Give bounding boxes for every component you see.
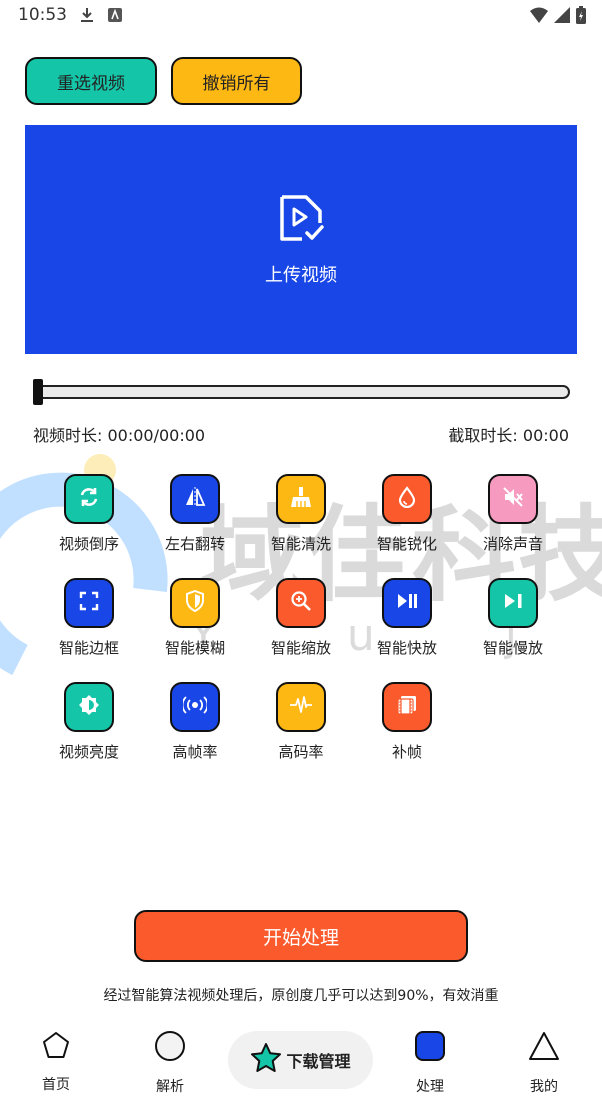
tool-video-reverse[interactable]: 视频倒序 xyxy=(39,474,139,574)
nav-process[interactable]: 处理 xyxy=(390,1030,470,1096)
tool-label: 补帧 xyxy=(391,743,422,761)
tool-video-brightness[interactable]: 视频亮度 xyxy=(39,682,139,782)
tool-label: 高码率 xyxy=(278,743,324,761)
tool-label: 智能锐化 xyxy=(376,535,437,553)
tool-icon-box xyxy=(382,682,432,732)
tool-label: 智能模糊 xyxy=(164,639,225,657)
timeline-slider[interactable] xyxy=(33,385,570,399)
tool-smart-zoom[interactable]: 智能缩放 xyxy=(251,578,351,678)
waveform-icon xyxy=(289,695,313,719)
timeline-slider-handle[interactable] xyxy=(33,379,43,405)
triangle-icon xyxy=(527,1030,561,1066)
tool-frame-interpolation[interactable]: 补帧 xyxy=(357,682,457,782)
tool-high-bitrate[interactable]: 高码率 xyxy=(251,682,351,782)
upload-video-area[interactable]: 上传视频 xyxy=(25,125,577,354)
tool-label: 高帧率 xyxy=(172,743,218,761)
tool-icon-box xyxy=(170,474,220,524)
tool-label: 智能慢放 xyxy=(482,639,543,657)
broadcast-icon xyxy=(181,695,209,719)
tool-icon-box xyxy=(64,682,114,732)
star-icon xyxy=(250,1042,282,1078)
tool-label: 消除声音 xyxy=(482,535,543,553)
tool-icon-box xyxy=(382,578,432,628)
status-bar: 10:53 xyxy=(0,0,602,32)
wifi-icon xyxy=(530,7,548,27)
tool-high-framerate[interactable]: 高帧率 xyxy=(145,682,245,782)
drop-icon xyxy=(397,486,417,512)
nav-mine[interactable]: 我的 xyxy=(504,1030,584,1096)
undo-all-button[interactable]: 撤销所有 xyxy=(171,57,302,105)
broom-icon xyxy=(290,486,312,512)
app-screen: 10:53 域佳科技 Y u j a 重选视频 撤销所有 xyxy=(0,0,602,1104)
tool-icon-box xyxy=(64,578,114,628)
tool-label: 智能快放 xyxy=(376,639,437,657)
tool-icon-box xyxy=(488,578,538,628)
processing-notice: 经过智能算法视频处理后，原创度几乎可以达到90%，有效消重 xyxy=(103,988,499,1004)
tool-icon-box xyxy=(64,474,114,524)
tool-smart-blur[interactable]: 智能模糊 xyxy=(145,578,245,678)
upload-video-label: 上传视频 xyxy=(265,264,337,286)
tool-icon-box xyxy=(276,578,326,628)
tool-smart-clean[interactable]: 智能清洗 xyxy=(251,474,351,574)
tool-label: 左右翻转 xyxy=(164,535,225,553)
square-icon xyxy=(414,1030,446,1066)
status-time: 10:53 xyxy=(18,5,67,25)
tool-icon-box xyxy=(276,474,326,524)
signal-icon xyxy=(554,7,570,27)
nav-label: 我的 xyxy=(530,1079,558,1095)
mute-icon xyxy=(502,486,524,512)
tool-label: 视频亮度 xyxy=(58,743,119,761)
brightness-icon xyxy=(78,694,100,720)
tool-smart-slow[interactable]: 智能慢放 xyxy=(463,578,563,678)
start-processing-button[interactable]: 开始处理 xyxy=(134,910,468,962)
film-icon xyxy=(396,694,418,720)
nav-downloads[interactable]: 下载管理 xyxy=(228,1031,373,1089)
frame-icon xyxy=(78,590,100,616)
play-pause-icon xyxy=(396,590,418,616)
shield-icon xyxy=(185,589,205,616)
status-indicators xyxy=(530,6,586,28)
tool-smart-border[interactable]: 智能边框 xyxy=(39,578,139,678)
circle-icon xyxy=(154,1030,186,1066)
tool-label: 智能边框 xyxy=(58,639,119,657)
battery-icon xyxy=(576,6,586,28)
play-step-icon xyxy=(502,590,524,616)
video-duration-label: 视频时长: 00:00/00:00 xyxy=(33,426,206,445)
video-file-icon xyxy=(276,193,326,247)
nav-parse[interactable]: 解析 xyxy=(130,1030,210,1096)
nav-home[interactable]: 首页 xyxy=(16,1030,96,1094)
nav-label: 解析 xyxy=(156,1079,184,1095)
tool-label: 视频倒序 xyxy=(58,535,119,553)
tool-icon-box xyxy=(382,474,432,524)
nav-label: 首页 xyxy=(42,1077,70,1093)
tool-icon-box xyxy=(170,682,220,732)
refresh-icon xyxy=(78,486,100,512)
tool-remove-audio[interactable]: 消除声音 xyxy=(463,474,563,574)
tool-icon-box xyxy=(170,578,220,628)
download-icon xyxy=(80,7,94,27)
clip-duration-label: 截取时长: 00:00 xyxy=(448,426,569,445)
reselect-video-button[interactable]: 重选视频 xyxy=(25,57,157,105)
tool-flip-horizontal[interactable]: 左右翻转 xyxy=(145,474,245,574)
notification-icon xyxy=(108,7,122,26)
pentagon-icon xyxy=(41,1030,71,1064)
tool-smart-sharpen[interactable]: 智能锐化 xyxy=(357,474,457,574)
tool-label: 智能清洗 xyxy=(270,535,331,553)
flip-icon xyxy=(184,486,206,512)
tool-icon-box xyxy=(276,682,326,732)
zoom-icon xyxy=(290,590,312,616)
tool-label: 智能缩放 xyxy=(270,639,331,657)
nav-label: 下载管理 xyxy=(286,1052,351,1071)
tool-smart-fast[interactable]: 智能快放 xyxy=(357,578,457,678)
tool-icon-box xyxy=(488,474,538,524)
nav-label: 处理 xyxy=(416,1079,444,1095)
